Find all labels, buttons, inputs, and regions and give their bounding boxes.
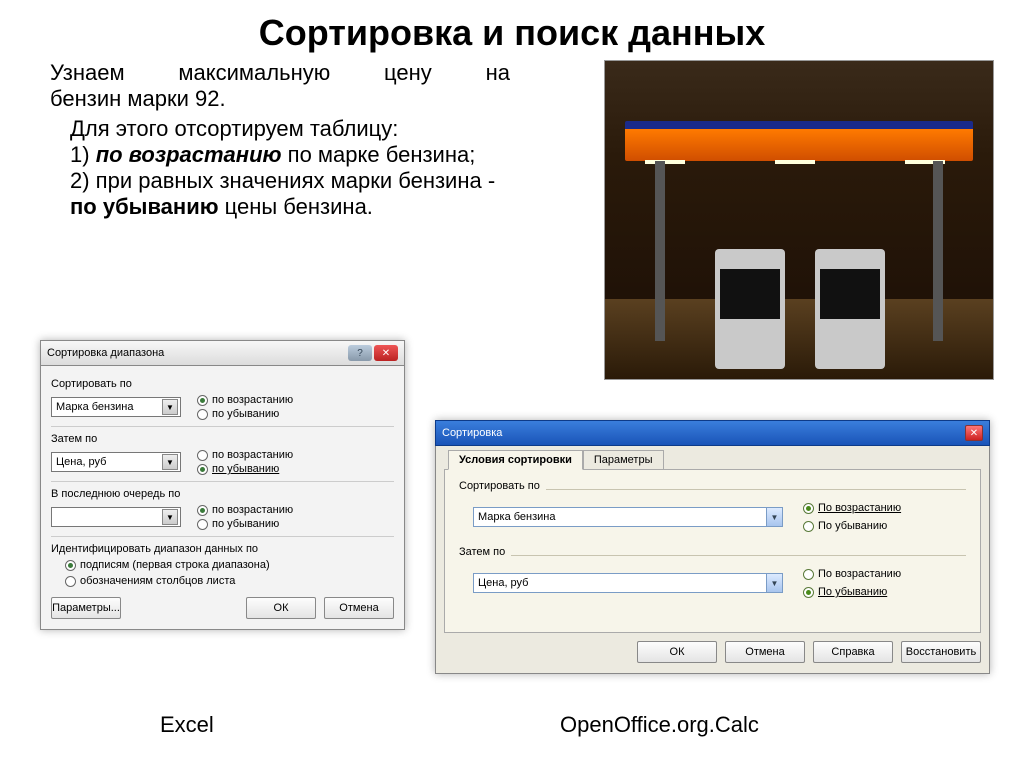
ok-button[interactable]: ОК	[246, 597, 316, 619]
help-button[interactable]: Справка	[813, 641, 893, 663]
dialog-titlebar[interactable]: Сортировка ✕	[435, 420, 990, 446]
word: максимальную	[178, 60, 330, 85]
radio-columns[interactable]: обозначениям столбцов листа	[65, 573, 394, 589]
chevron-down-icon[interactable]: ▼	[162, 509, 178, 525]
page-title: Сортировка и поиск данных	[0, 0, 1024, 60]
radio-ascending[interactable]: По возрастанию	[803, 568, 901, 580]
combo-value: Марка бензина	[56, 401, 134, 413]
step1-suffix: по марке бензина;	[282, 142, 476, 167]
combo-value: Цена, руб	[478, 577, 528, 589]
radio-label: По возрастанию	[818, 568, 901, 580]
word: Узнаем	[50, 60, 125, 85]
combo-value: Цена, руб	[56, 456, 106, 468]
radio-dot-icon	[803, 569, 814, 580]
radio-descending[interactable]: по убыванию	[197, 463, 293, 475]
radio-label: по убыванию	[212, 463, 279, 475]
last-by-label: В последнюю очередь по	[51, 484, 394, 502]
intro-paragraph: Узнаем максимальную цену на бензин марки…	[0, 60, 560, 112]
radio-label: по возрастанию	[212, 504, 293, 516]
radio-label: По возрастанию	[818, 502, 901, 514]
dialog-titlebar[interactable]: Сортировка диапазона ? ✕	[40, 340, 405, 365]
options-button[interactable]: Параметры...	[51, 597, 121, 619]
radio-dot-icon	[197, 409, 208, 420]
ok-button[interactable]: ОК	[637, 641, 717, 663]
chevron-down-icon[interactable]: ▼	[162, 454, 178, 470]
close-icon[interactable]: ✕	[965, 425, 983, 441]
radio-label: по убыванию	[212, 408, 279, 420]
radio-descending[interactable]: По убыванию	[803, 520, 901, 532]
radio-label: По убыванию	[818, 586, 887, 598]
last-by-combo[interactable]: ▼	[51, 507, 181, 527]
radio-dot-icon	[65, 576, 76, 587]
radio-label: По убыванию	[818, 520, 887, 532]
step1-emphasis: по возрастанию	[96, 142, 282, 167]
radio-dot-icon	[197, 505, 208, 516]
step2-prefix: 2) при равных значениях марки бензина -	[70, 168, 495, 193]
radio-dot-icon	[197, 395, 208, 406]
sort-by-label: Сортировать по	[51, 374, 394, 392]
radio-label: по убыванию	[212, 518, 279, 530]
intro-line2: бензин марки 92.	[50, 86, 510, 112]
radio-headers[interactable]: подписям (первая строка диапазона)	[65, 557, 394, 573]
combo-value: Марка бензина	[478, 511, 556, 523]
radio-label: по возрастанию	[212, 394, 293, 406]
word: на	[486, 60, 510, 85]
radio-dot-icon	[197, 464, 208, 475]
cancel-button[interactable]: Отмена	[725, 641, 805, 663]
dialog-title-text: Сортировка	[442, 427, 502, 439]
radio-ascending[interactable]: по возрастанию	[197, 504, 293, 516]
openoffice-sort-dialog: Сортировка ✕ Условия сортировки Параметр…	[435, 420, 990, 674]
excel-sort-dialog: Сортировка диапазона ? ✕ Сортировать по …	[40, 340, 405, 630]
chevron-down-icon[interactable]: ▼	[766, 508, 782, 526]
help-icon[interactable]: ?	[348, 345, 372, 361]
then-by-combo[interactable]: Цена, руб ▼	[473, 573, 783, 593]
radio-dot-icon	[803, 503, 814, 514]
radio-ascending[interactable]: по возрастанию	[197, 394, 293, 406]
steps-lead: Для этого отсортируем таблицу:	[70, 116, 510, 142]
gas-station-photo	[604, 60, 994, 380]
caption-excel: Excel	[160, 712, 214, 738]
sort-by-combo[interactable]: Марка бензина ▼	[51, 397, 181, 417]
steps-paragraph: Для этого отсортируем таблицу: 1) по воз…	[0, 112, 560, 220]
chevron-down-icon[interactable]: ▼	[766, 574, 782, 592]
radio-descending[interactable]: по убыванию	[197, 408, 293, 420]
then-by-label: Затем по	[459, 546, 505, 564]
then-by-label: Затем по	[51, 429, 394, 447]
radio-ascending[interactable]: По возрастанию	[803, 502, 901, 514]
radio-label: по возрастанию	[212, 449, 293, 461]
radio-dot-icon	[197, 450, 208, 461]
radio-dot-icon	[197, 519, 208, 530]
word: цену	[384, 60, 432, 85]
radio-descending[interactable]: По убыванию	[803, 586, 901, 598]
then-by-combo[interactable]: Цена, руб ▼	[51, 452, 181, 472]
radio-descending[interactable]: по убыванию	[197, 518, 293, 530]
radio-label: обозначениям столбцов листа	[80, 575, 235, 587]
chevron-down-icon[interactable]: ▼	[162, 399, 178, 415]
step1-prefix: 1)	[70, 142, 96, 167]
radio-ascending[interactable]: по возрастанию	[197, 449, 293, 461]
radio-dot-icon	[65, 560, 76, 571]
sort-by-label: Сортировать по	[459, 480, 540, 498]
sort-by-combo[interactable]: Марка бензина ▼	[473, 507, 783, 527]
radio-label: подписям (первая строка диапазона)	[80, 559, 270, 571]
identify-label: Идентифицировать диапазон данных по	[51, 539, 394, 557]
caption-openoffice: OpenOffice.org.Calc	[560, 712, 759, 738]
tab-parameters[interactable]: Параметры	[583, 450, 664, 470]
radio-dot-icon	[803, 521, 814, 532]
close-icon[interactable]: ✕	[374, 345, 398, 361]
dialog-title-text: Сортировка диапазона	[47, 347, 164, 359]
radio-dot-icon	[803, 587, 814, 598]
step2-suffix: цены бензина.	[219, 194, 373, 219]
step2-emphasis: по убыванию	[70, 194, 219, 219]
tab-sort-conditions[interactable]: Условия сортировки	[448, 450, 583, 470]
restore-button[interactable]: Восстановить	[901, 641, 981, 663]
cancel-button[interactable]: Отмена	[324, 597, 394, 619]
